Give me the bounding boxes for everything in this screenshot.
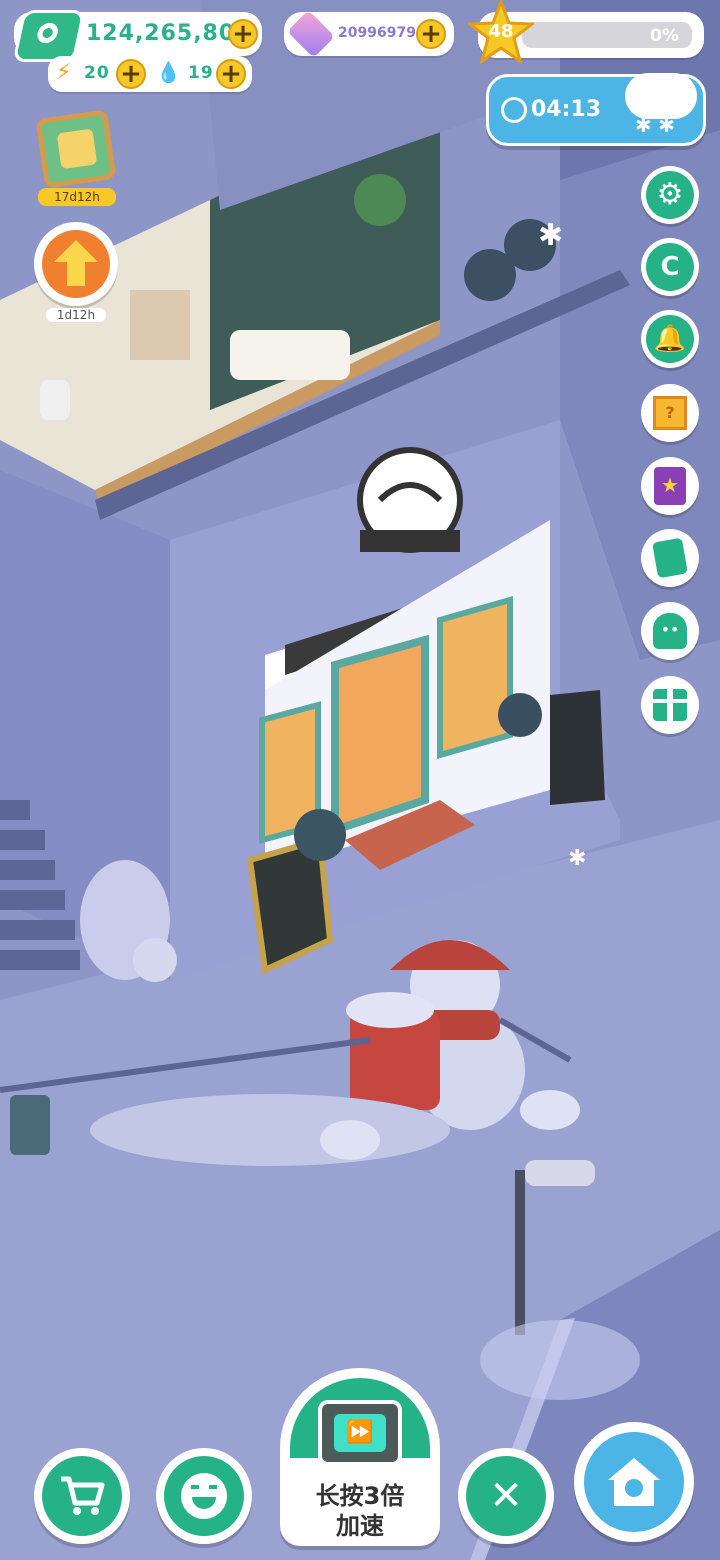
add-coins-button[interactable]: + xyxy=(228,19,258,49)
gem-amount: 20996979 xyxy=(338,25,416,41)
event-timer-text: 04:13 xyxy=(531,97,602,122)
mystery-box-button[interactable]: ? xyxy=(641,384,699,442)
cart-icon xyxy=(61,1476,105,1515)
star-book-icon: ★ xyxy=(654,467,686,505)
gear-icon: ⚙ xyxy=(656,177,684,212)
album-event-button[interactable]: 17d12h xyxy=(35,108,118,212)
add-gems-button[interactable]: + xyxy=(416,19,446,49)
notes-icon xyxy=(652,537,688,579)
coin-amount: 124,265,800 xyxy=(86,21,252,46)
settings-button[interactable]: ⚙ xyxy=(641,166,699,224)
coin-icon xyxy=(12,10,86,62)
chat-button[interactable]: •• xyxy=(641,602,699,660)
lightning-icon: ⚡ xyxy=(56,60,72,85)
add-energy-button[interactable]: + xyxy=(116,59,146,89)
add-water-button[interactable]: + xyxy=(216,59,246,89)
snowflake-icon: ✱ ✱ xyxy=(635,113,675,137)
tv-fastforward-icon: ⏩ xyxy=(318,1400,402,1466)
svg-text:✱: ✱ xyxy=(538,218,563,253)
journal-button[interactable]: ★ xyxy=(641,457,699,515)
coupon-icon: C xyxy=(660,252,680,282)
smile-icon xyxy=(181,1473,227,1519)
ghost-chat-icon: •• xyxy=(653,613,687,649)
home-edit-button[interactable] xyxy=(574,1422,694,1542)
weather-event-timer[interactable]: 04:13 ✱ ✱ xyxy=(486,73,706,146)
build-tools-button[interactable]: ✕ xyxy=(458,1448,554,1544)
energy-amount: 20 xyxy=(84,63,110,83)
upgrade-timer: 1d12h xyxy=(46,308,106,322)
upgrade-event-button[interactable]: 1d12h xyxy=(30,222,122,326)
gem-counter: 20996979 + xyxy=(284,10,454,58)
gem-icon xyxy=(287,10,335,58)
gift-button[interactable] xyxy=(641,676,699,734)
notifications-button[interactable]: 🔔 xyxy=(641,310,699,368)
water-drop-icon: 💧 xyxy=(156,60,181,84)
speed-up-button[interactable]: ⏩ 长按3倍 加速 xyxy=(280,1368,440,1546)
upgrade-arrow-icon xyxy=(34,222,118,306)
level-number: 48 xyxy=(488,21,514,42)
level-star-icon: 48 xyxy=(465,0,537,66)
coin-counter: 124,265,800 + xyxy=(12,10,262,62)
photo-album-icon xyxy=(35,109,117,189)
resource-counter: ⚡ 20 + 💧 19 + xyxy=(48,56,252,92)
water-amount: 19 xyxy=(188,63,214,83)
mystery-box-icon: ? xyxy=(653,396,687,430)
home-wrench-icon xyxy=(608,1458,660,1506)
notes-button[interactable] xyxy=(641,529,699,587)
speed-up-label-line2: 加速 xyxy=(336,1512,384,1540)
svg-text:✱: ✱ xyxy=(568,846,586,871)
tools-icon: ✕ xyxy=(489,1473,523,1519)
gift-icon xyxy=(653,689,687,721)
bell-icon: 🔔 xyxy=(653,324,687,354)
clock-icon xyxy=(501,97,527,123)
shop-button[interactable] xyxy=(34,1448,130,1544)
coupon-button[interactable]: C xyxy=(641,238,699,296)
xp-percent: 0% xyxy=(650,26,679,46)
emote-button[interactable] xyxy=(156,1448,252,1544)
album-timer: 17d12h xyxy=(38,188,116,206)
